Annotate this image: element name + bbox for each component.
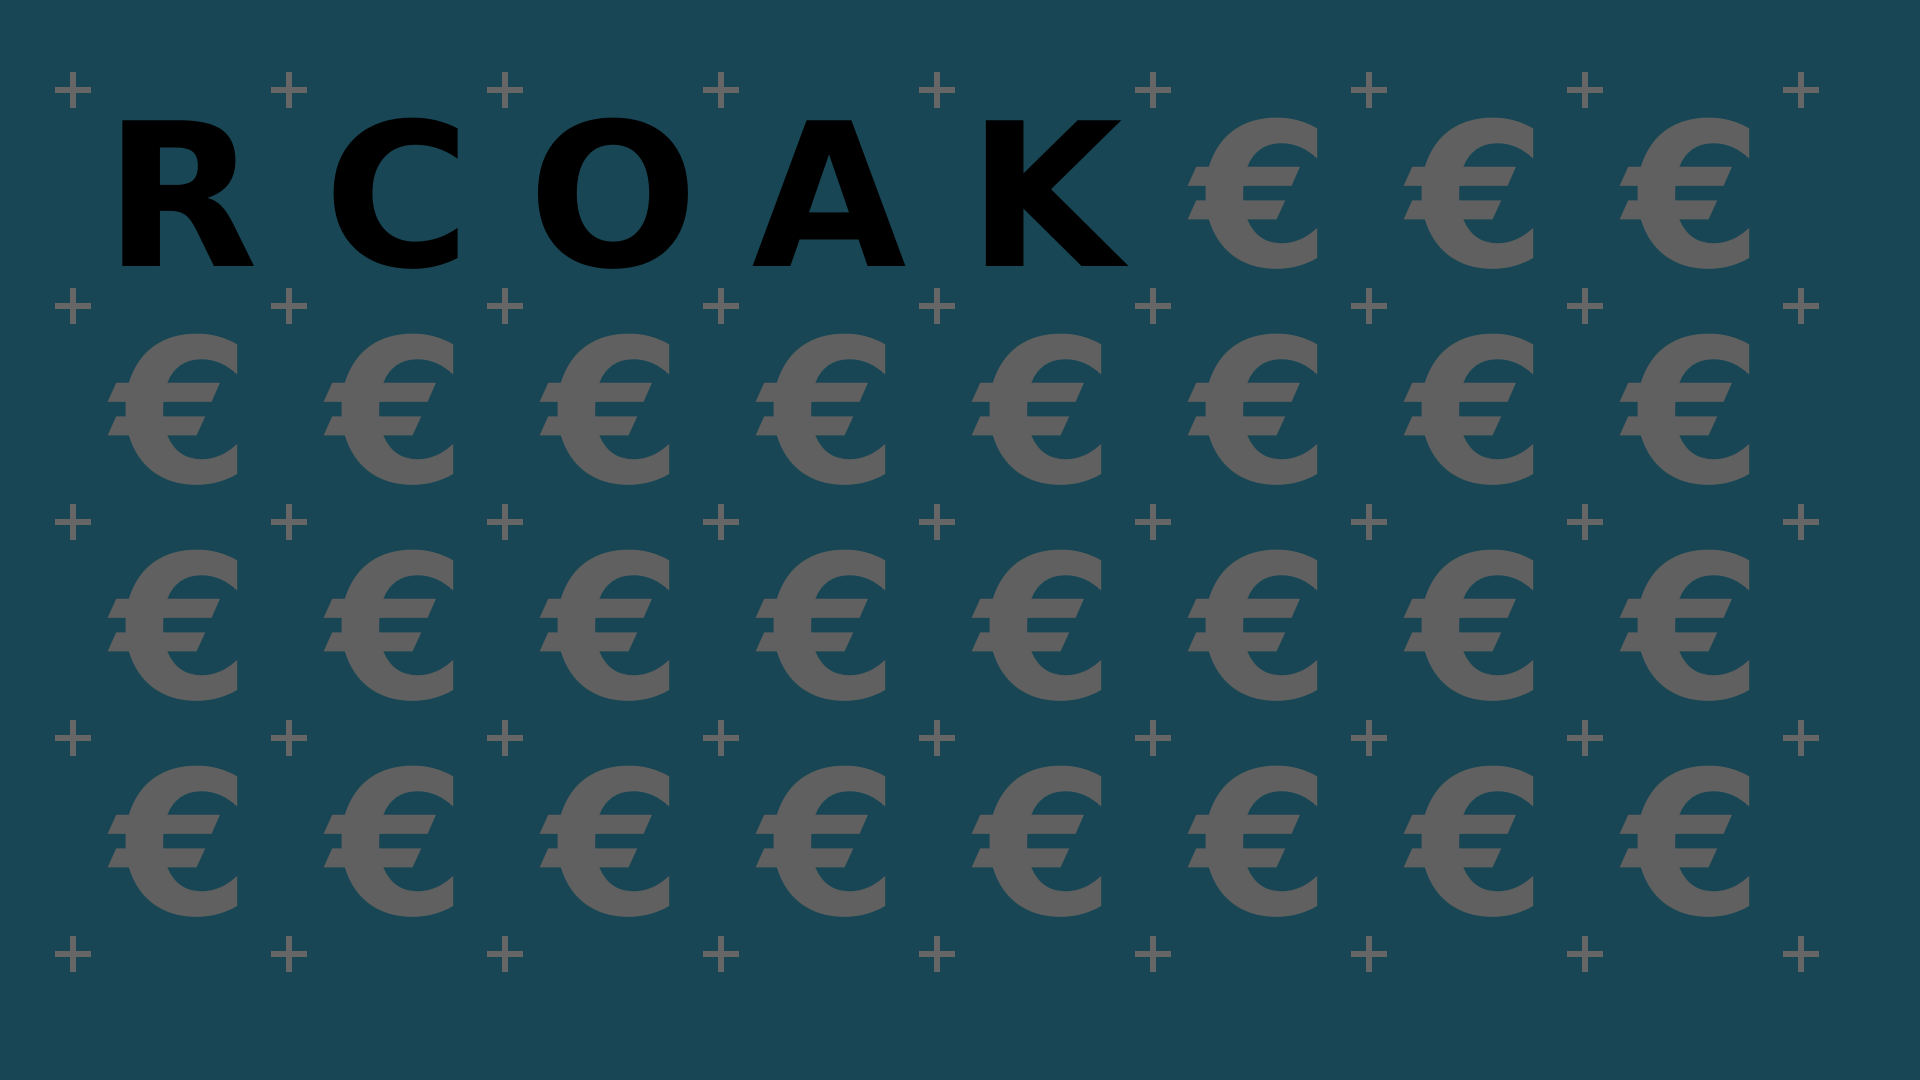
euro-icon[interactable]: € [289,738,505,954]
letter-tile[interactable]: R [73,90,289,306]
euro-icon[interactable]: € [1369,306,1585,522]
euro-icon[interactable]: € [721,306,937,522]
euro-icon[interactable]: € [721,738,937,954]
euro-icon[interactable]: € [505,522,721,738]
euro-icon[interactable]: € [1369,90,1585,306]
euro-icon[interactable]: € [721,522,937,738]
euro-icon[interactable]: € [1153,90,1369,306]
euro-icon[interactable]: € [1153,522,1369,738]
euro-icon[interactable]: € [505,306,721,522]
euro-icon[interactable]: € [1585,522,1801,738]
euro-icon[interactable]: € [937,738,1153,954]
euro-icon[interactable]: € [937,522,1153,738]
euro-icon[interactable]: € [1369,522,1585,738]
euro-icon[interactable]: € [505,738,721,954]
game-board: R C O A K € € € € € € € € € € € € € € € € € € € € € € € € € € € [0,0,1920,1080]
euro-icon[interactable]: € [73,522,289,738]
euro-icon[interactable]: € [1153,738,1369,954]
euro-icon[interactable]: € [289,522,505,738]
euro-icon[interactable]: € [1585,738,1801,954]
euro-icon[interactable]: € [1585,306,1801,522]
letter-tile[interactable]: K [937,90,1153,306]
euro-icon[interactable]: € [73,306,289,522]
euro-icon[interactable]: € [937,306,1153,522]
euro-icon[interactable]: € [1585,90,1801,306]
euro-icon[interactable]: € [1153,306,1369,522]
euro-icon[interactable]: € [1369,738,1585,954]
letter-tile[interactable]: A [721,90,937,306]
letter-tile[interactable]: C [289,90,505,306]
euro-icon[interactable]: € [73,738,289,954]
letter-tile[interactable]: O [505,90,721,306]
euro-icon[interactable]: € [289,306,505,522]
